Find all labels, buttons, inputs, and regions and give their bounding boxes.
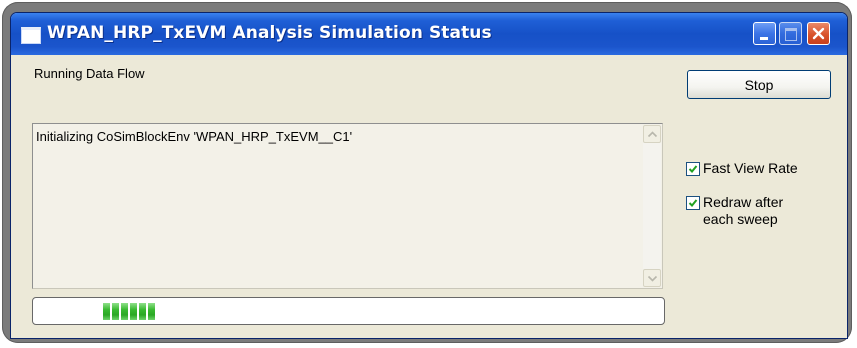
maximize-button[interactable] [779,22,802,45]
progress-block [121,303,128,320]
redraw-after-sweep-checkbox[interactable] [686,196,700,210]
progress-block [139,303,146,320]
redraw-after-sweep-label: Redraw after each sweep [703,194,784,227]
status-text: Running Data Flow [34,66,145,81]
redraw-after-sweep-option[interactable]: Redraw after each sweep [686,194,803,228]
log-textarea[interactable]: Initializing CoSimBlockEnv 'WPAN_HRP_TxE… [32,123,663,289]
progress-block [112,303,119,320]
minimize-icon [760,37,768,40]
status-dialog: WPAN_HRP_TxEVM Analysis Simulation Statu… [10,12,848,339]
close-button[interactable] [807,22,830,45]
scroll-down-button[interactable] [643,269,661,287]
chevron-down-icon [647,275,658,282]
title-bar[interactable]: WPAN_HRP_TxEVM Analysis Simulation Statu… [11,13,847,55]
stop-button[interactable]: Stop [687,70,831,99]
log-line: Initializing CoSimBlockEnv 'WPAN_HRP_TxE… [36,129,353,144]
checkmark-icon [688,165,698,173]
progress-bar [32,297,665,325]
minimize-button[interactable] [753,22,776,45]
scroll-up-button[interactable] [643,125,661,143]
chevron-up-icon [647,131,658,138]
fast-view-rate-checkbox[interactable] [686,162,700,176]
stop-button-label: Stop [744,76,774,93]
fast-view-rate-label: Fast View Rate [703,160,798,176]
app-window-icon [21,27,41,44]
progress-block [103,303,110,320]
close-icon [812,27,825,40]
progress-block [148,303,155,320]
window-title: WPAN_HRP_TxEVM Analysis Simulation Statu… [47,23,492,43]
progress-fill [103,303,155,320]
checkmark-icon [688,199,698,207]
maximize-icon [785,28,797,41]
log-scrollbar[interactable] [643,125,661,287]
progress-block [130,303,137,320]
fast-view-rate-option[interactable]: Fast View Rate [686,160,798,177]
